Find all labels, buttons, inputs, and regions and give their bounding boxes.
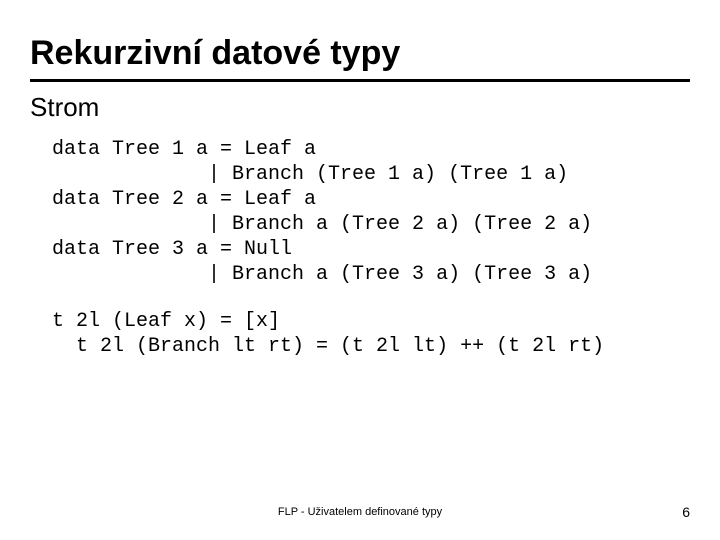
footer-center-text: FLP - Uživatelem definované typy xyxy=(0,506,720,518)
code-gap xyxy=(30,287,690,309)
code-block-2: t 2l (Leaf x) = [x] t 2l (Branch lt rt) … xyxy=(52,309,690,359)
title-rule xyxy=(30,79,690,82)
slide-title: Rekurzivní datové typy xyxy=(30,34,690,73)
slide-subtitle: Strom xyxy=(30,92,690,123)
code-block-1: data Tree 1 a = Leaf a | Branch (Tree 1 … xyxy=(52,137,690,287)
footer-page-number: 6 xyxy=(682,504,690,520)
slide: Rekurzivní datové typy Strom data Tree 1… xyxy=(0,0,720,540)
